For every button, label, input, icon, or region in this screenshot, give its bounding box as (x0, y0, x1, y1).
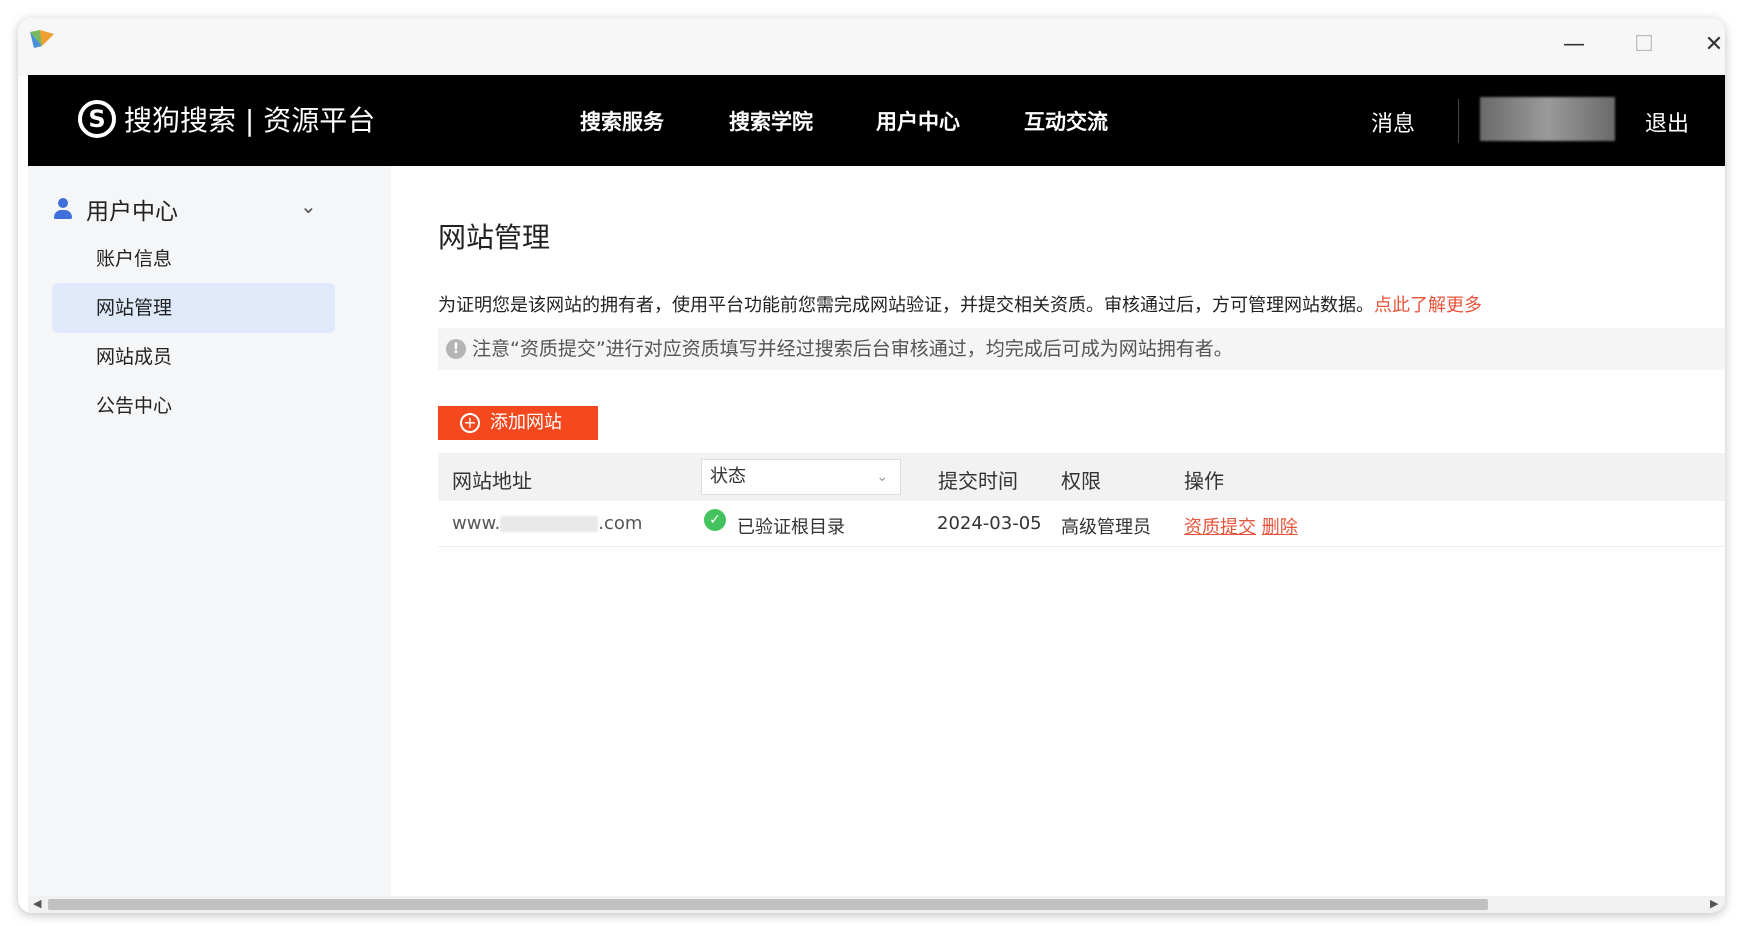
delete-link[interactable]: 删除 (1262, 517, 1298, 538)
page-title: 网站管理 (438, 221, 551, 254)
sogou-logo-icon: S (78, 100, 116, 138)
site-url-prefix: www. (452, 513, 501, 534)
header-submit-time: 提交时间 (938, 469, 1018, 493)
nav-search-services[interactable]: 搜索服务 (580, 106, 664, 136)
intro-text: 为证明您是该网站的拥有者，使用平台功能前您需完成网站验证，并提交相关资质。审核通… (438, 291, 1482, 317)
messages-link[interactable]: 消息 (1371, 106, 1415, 138)
sidebar-item-account[interactable]: 账户信息 (52, 234, 335, 284)
minimize-button[interactable]: — (1554, 30, 1594, 60)
status-filter-label: 状态 (710, 466, 746, 487)
horizontal-scrollbar[interactable]: ◀ ▶ (28, 896, 1725, 913)
site-permission: 高级管理员 (1061, 517, 1151, 538)
user-avatar[interactable] (1480, 97, 1615, 141)
info-icon: ! (446, 339, 466, 359)
chevron-down-icon[interactable]: ⌄ (300, 194, 317, 218)
nav-user-center[interactable]: 用户中心 (876, 106, 960, 136)
logo-text: 搜狗搜索 | 资源平台 (124, 104, 376, 137)
site-url-suffix: .com (598, 513, 643, 534)
main-content: 网站管理 为证明您是该网站的拥有者，使用平台功能前您需完成网站验证，并提交相关资… (391, 166, 1725, 896)
site-submit-time: 2024-03-05 (937, 513, 1042, 534)
title-bar: — ☐ ✕ (18, 18, 1725, 76)
close-button[interactable]: ✕ (1694, 30, 1725, 60)
sidebar-item-site-management[interactable]: 网站管理 (52, 283, 335, 333)
brand-logo[interactable]: S 搜狗搜索 | 资源平台 (78, 99, 375, 139)
logout-link[interactable]: 退出 (1645, 106, 1689, 138)
sidebar-section-label: 用户中心 (86, 199, 178, 225)
site-operations: 资质提交 删除 (1184, 513, 1298, 539)
scroll-right-icon[interactable]: ▶ (1710, 897, 1718, 910)
header-url: 网站地址 (452, 469, 532, 493)
check-circle-icon: ✓ (704, 509, 726, 531)
app-logo-icon (30, 30, 54, 48)
learn-more-link[interactable]: 点此了解更多 (1374, 295, 1482, 316)
notice-banner: ! 注意“资质提交”进行对应资质填写并经过搜索后台审核通过，均完成后可成为网站拥… (438, 328, 1725, 370)
maximize-button[interactable]: ☐ (1624, 30, 1664, 60)
user-icon (54, 198, 72, 220)
chevron-down-icon: ⌄ (876, 469, 888, 485)
sidebar-section-header[interactable]: 用户中心 (54, 192, 178, 226)
table-row: www. .com ✓ 已验证根目录 2024-03-05 高级管理员 资质提交 … (438, 501, 1725, 547)
header-operations: 操作 (1184, 469, 1224, 493)
sidebar-item-site-members[interactable]: 网站成员 (52, 332, 335, 382)
app-window: — ☐ ✕ S 搜狗搜索 | 资源平台 搜索服务 搜索学院 用户中心 互动交流 … (18, 18, 1725, 913)
table-header: 网站地址 状态 ⌄ 提交时间 权限 操作 (438, 453, 1725, 501)
qualification-submit-link[interactable]: 资质提交 (1184, 517, 1256, 538)
nav-interaction[interactable]: 互动交流 (1024, 106, 1108, 136)
notice-text: 注意“资质提交”进行对应资质填写并经过搜索后台审核通过，均完成后可成为网站拥有者… (472, 338, 1233, 360)
nav-divider (1458, 99, 1459, 143)
sidebar: 用户中心 ⌄ 账户信息 网站管理 网站成员 公告中心 (28, 166, 391, 896)
plus-circle-icon: + (460, 413, 480, 433)
scrollbar-thumb[interactable] (48, 899, 1488, 910)
nav-search-academy[interactable]: 搜索学院 (729, 106, 813, 136)
redacted-domain (500, 516, 599, 532)
site-table: 网站地址 状态 ⌄ 提交时间 权限 操作 www. .com ✓ 已验证根目录 2… (438, 453, 1725, 547)
site-status: 已验证根目录 (737, 517, 845, 538)
scroll-left-icon[interactable]: ◀ (33, 897, 41, 910)
sidebar-item-announcements[interactable]: 公告中心 (52, 381, 335, 431)
status-filter-select[interactable]: 状态 ⌄ (701, 459, 901, 495)
top-navigation: S 搜狗搜索 | 资源平台 搜索服务 搜索学院 用户中心 互动交流 消息 退出 (28, 75, 1725, 166)
add-site-label: 添加网站 (490, 412, 562, 433)
site-url: www. .com (452, 513, 642, 534)
add-site-button[interactable]: + 添加网站 (438, 406, 598, 440)
intro-body: 为证明您是该网站的拥有者，使用平台功能前您需完成网站验证，并提交相关资质。审核通… (438, 295, 1374, 316)
header-permission: 权限 (1061, 469, 1101, 493)
